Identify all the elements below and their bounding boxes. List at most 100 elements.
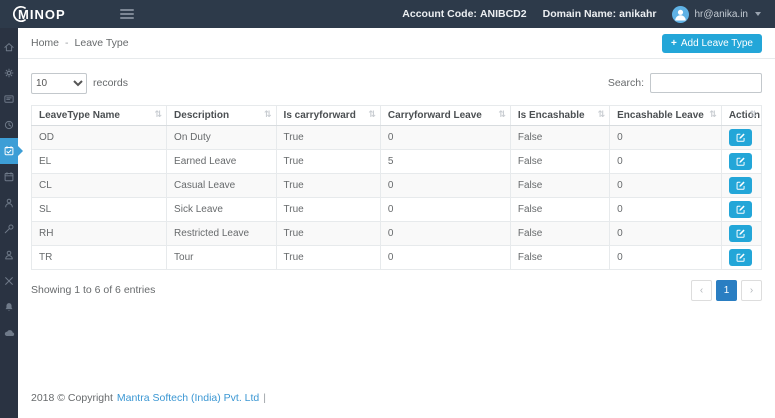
calendar-icon (3, 171, 15, 183)
table-cell: Earned Leave (167, 150, 277, 174)
sort-icon: ⇅ (749, 110, 757, 120)
table-row: SLSick LeaveTrue0False0 (32, 198, 762, 222)
edit-button[interactable] (729, 225, 752, 242)
search-label: Search: (608, 77, 644, 89)
topbar: MINOP Account Code:ANIBCD2 Domain Name:a… (0, 0, 775, 28)
table-cell: CL (32, 174, 167, 198)
table-cell: Tour (167, 246, 277, 270)
pagination: ‹1› (691, 280, 762, 301)
column-label: Is carryforward (284, 110, 356, 121)
sidebar-item-calendar-check[interactable] (0, 138, 18, 164)
sidebar-item-user[interactable] (0, 190, 18, 216)
column-header[interactable]: Carryforward Leave⇅ (380, 106, 510, 126)
column-header[interactable]: LeaveType Name⇅ (32, 106, 167, 126)
table-cell: 0 (610, 246, 722, 270)
sidebar-item-settings[interactable] (0, 60, 18, 86)
main-content: Home - Leave Type + Add Leave Type 10 re… (18, 28, 775, 418)
plus-icon: + (671, 38, 677, 49)
table-cell: 0 (380, 126, 510, 150)
user-menu[interactable]: hr@anika.in (672, 6, 761, 23)
table-cell: On Duty (167, 126, 277, 150)
sidebar-item-tools[interactable] (0, 268, 18, 294)
sidebar-item-history[interactable] (0, 112, 18, 138)
wrench-icon (3, 223, 15, 235)
app-logo[interactable]: MINOP (0, 5, 100, 23)
table-cell: True (276, 222, 380, 246)
copyright-text: 2018 © Copyright (31, 392, 113, 404)
search-input[interactable] (650, 73, 762, 93)
table-row: CLCasual LeaveTrue0False0 (32, 174, 762, 198)
table-cell: 0 (380, 246, 510, 270)
history-icon (3, 119, 15, 131)
edit-button[interactable] (729, 177, 752, 194)
user2-icon (3, 249, 15, 261)
company-link[interactable]: Mantra Softech (India) Pvt. Ltd (117, 392, 259, 404)
sort-icon: ⇅ (155, 110, 163, 120)
account-code: Account Code:ANIBCD2 (402, 8, 526, 20)
table-cell: 0 (610, 198, 722, 222)
action-cell (721, 246, 761, 270)
menu-toggle-icon[interactable] (120, 9, 134, 19)
column-header[interactable]: Encashable Leave ⇅ (610, 106, 722, 126)
table-controls: 10 records Search: (31, 71, 762, 95)
sidebar-item-calendar[interactable] (0, 164, 18, 190)
logo-text: MINOP (18, 7, 66, 22)
table-cell: 0 (380, 174, 510, 198)
domain-name-value: anikahr (619, 8, 656, 20)
pagination-next[interactable]: › (741, 280, 762, 301)
sidebar-item-wrench[interactable] (0, 216, 18, 242)
sidebar-item-bell[interactable] (0, 294, 18, 320)
table-cell: True (276, 126, 380, 150)
footer-divider: | (263, 392, 266, 404)
breadcrumb-current: Leave Type (75, 37, 129, 49)
account-code-label: Account Code: (402, 8, 477, 20)
sort-icon: ⇅ (709, 110, 717, 120)
sidebar-item-home[interactable] (0, 34, 18, 60)
edit-button[interactable] (729, 129, 752, 146)
sidebar-item-idcard[interactable] (0, 86, 18, 112)
table-cell: TR (32, 246, 167, 270)
table-cell: False (510, 198, 609, 222)
column-label: Is Encashable (518, 110, 585, 121)
edit-button[interactable] (729, 201, 752, 218)
column-label: Encashable Leave (617, 110, 704, 121)
add-leave-type-label: Add Leave Type (681, 38, 753, 49)
table-cell: 0 (380, 198, 510, 222)
table-cell: SL (32, 198, 167, 222)
breadcrumb-home[interactable]: Home (31, 37, 59, 49)
column-header[interactable]: Action⇅ (721, 106, 761, 126)
table-cell: 0 (380, 222, 510, 246)
table-cell: Sick Leave (167, 198, 277, 222)
table-cell: RH (32, 222, 167, 246)
column-header[interactable]: Is Encashable⇅ (510, 106, 609, 126)
pagination-page[interactable]: 1 (716, 280, 737, 301)
domain-name: Domain Name:anikahr (543, 8, 657, 20)
sidebar (0, 28, 18, 418)
table-cell: 0 (610, 150, 722, 174)
idcard-icon (3, 93, 15, 105)
column-header[interactable]: Is carryforward⇅ (276, 106, 380, 126)
domain-name-label: Domain Name: (543, 8, 617, 20)
table-cell: Restricted Leave (167, 222, 277, 246)
column-header[interactable]: Description⇅ (167, 106, 277, 126)
spacer (31, 302, 762, 390)
leave-type-panel: 10 records Search: LeaveType Name⇅Descri… (18, 59, 775, 418)
table-cell: False (510, 246, 609, 270)
table-cell: False (510, 126, 609, 150)
action-cell (721, 174, 761, 198)
action-cell (721, 198, 761, 222)
table-cell: OD (32, 126, 167, 150)
table-cell: False (510, 222, 609, 246)
sidebar-item-user2[interactable] (0, 242, 18, 268)
avatar (672, 6, 689, 23)
calendar-check-icon (3, 145, 15, 157)
records-select[interactable]: 10 (31, 73, 87, 94)
add-leave-type-button[interactable]: + Add Leave Type (662, 34, 762, 53)
home-icon (3, 41, 15, 53)
table-cell: True (276, 198, 380, 222)
pagination-prev[interactable]: ‹ (691, 280, 712, 301)
edit-button[interactable] (729, 153, 752, 170)
edit-button[interactable] (729, 249, 752, 266)
sidebar-item-cloud[interactable] (0, 320, 18, 346)
column-label: Carryforward Leave (388, 110, 482, 121)
